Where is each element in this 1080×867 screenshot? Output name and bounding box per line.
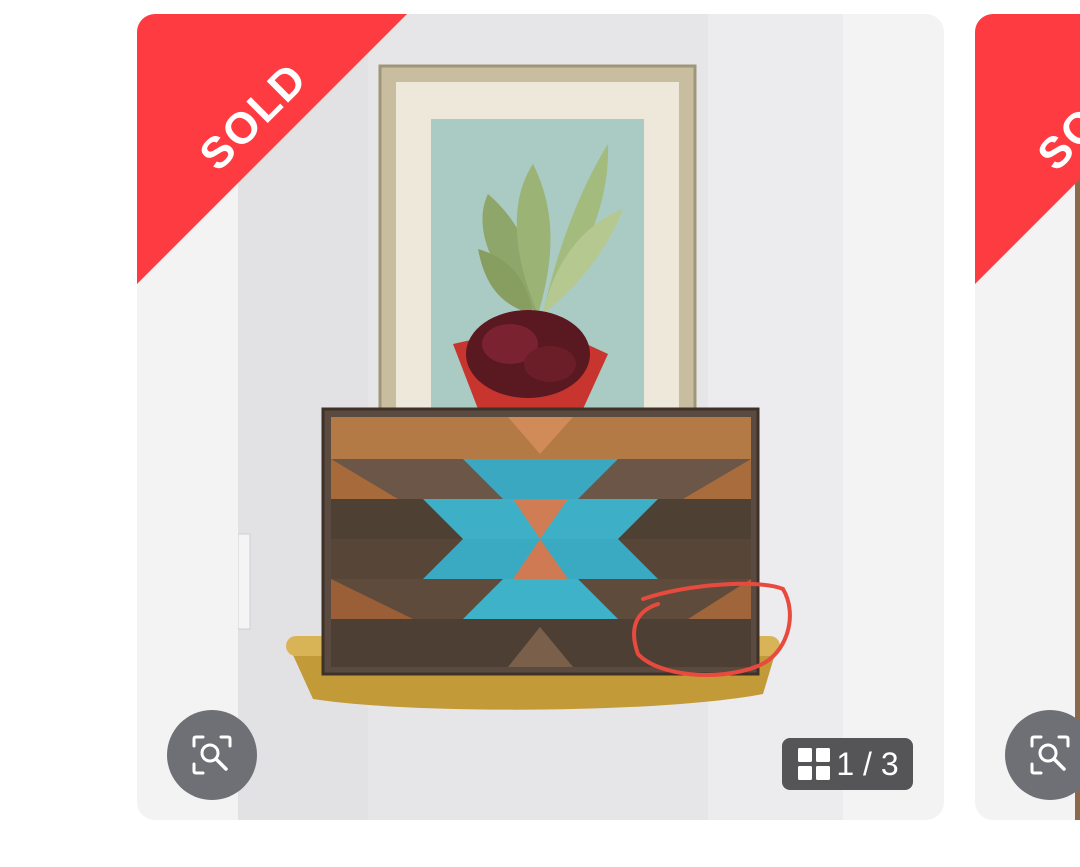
photo-counter-button[interactable]: 1 / 3	[782, 738, 913, 790]
gallery-card-current[interactable]: SOLD 1 / 3	[137, 14, 944, 820]
gallery-card-next[interactable]: SOLD	[975, 14, 1080, 820]
zoom-scan-icon	[192, 735, 232, 775]
zoom-button[interactable]	[167, 710, 257, 800]
grid-icon	[798, 748, 831, 780]
zoom-button-next[interactable]	[1005, 710, 1080, 800]
sold-ribbon	[137, 14, 407, 284]
item-gallery: SOLD 1 / 3	[0, 0, 1080, 867]
zoom-scan-icon	[1030, 735, 1070, 775]
photo-counter-text: 1 / 3	[836, 745, 899, 782]
